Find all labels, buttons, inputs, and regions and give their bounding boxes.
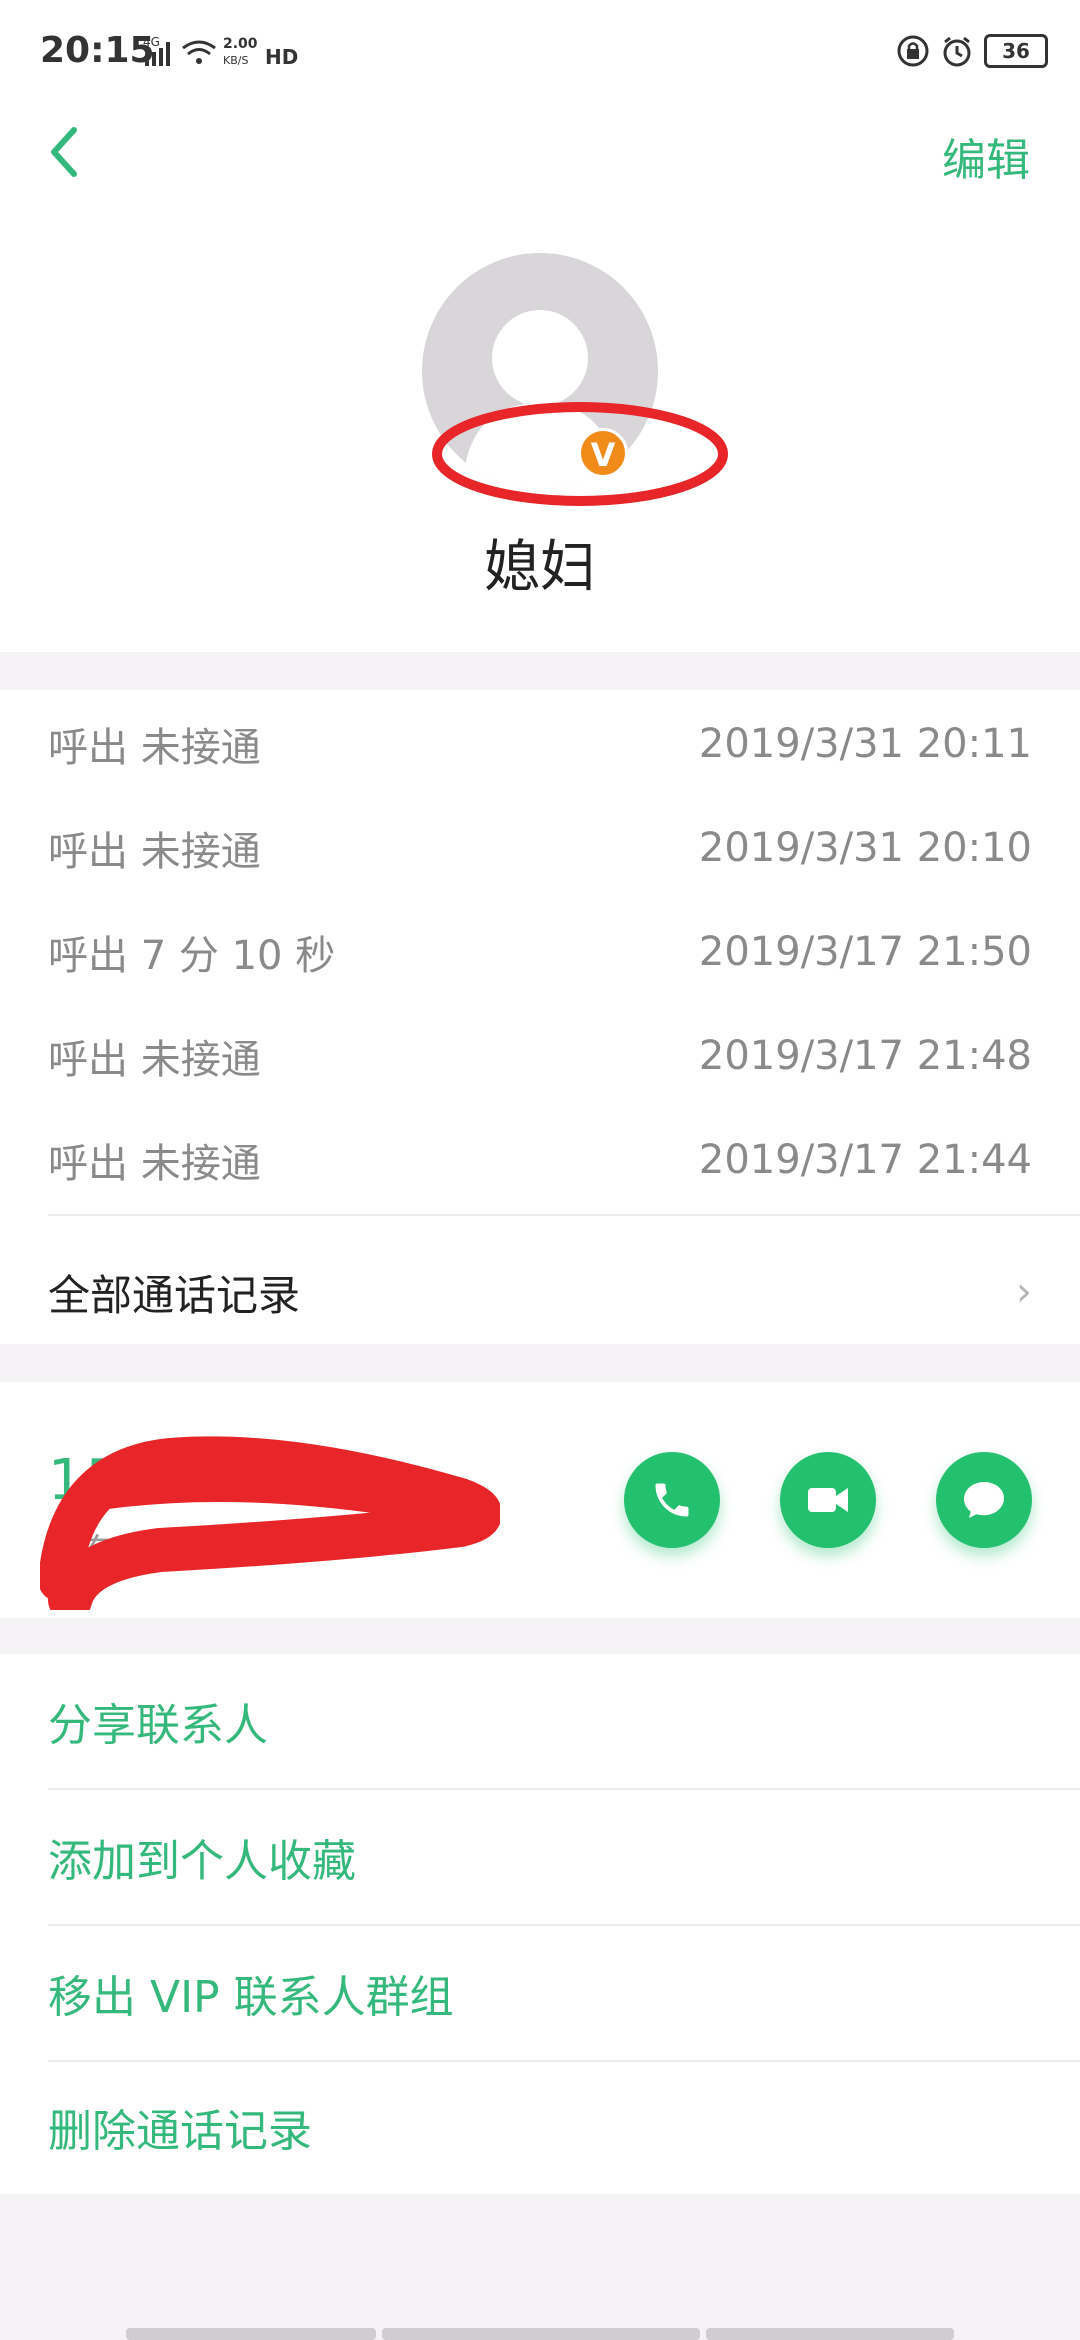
call-type: 呼出 未接通 xyxy=(48,725,261,771)
chevron-right-icon: › xyxy=(1016,1269,1032,1315)
svg-text:KB/S: KB/S xyxy=(223,54,248,67)
message-button[interactable] xyxy=(936,1452,1032,1548)
all-calls-label: 全部通话记录 xyxy=(48,1270,301,1320)
remove-from-vip-item[interactable]: 移出 VIP 联系人群组 xyxy=(48,1926,1080,2060)
call-button[interactable] xyxy=(624,1452,720,1548)
call-time: 2019/3/31 20:10 xyxy=(698,825,1032,871)
call-type: 呼出 7 分 10 秒 xyxy=(48,933,336,979)
lock-rotation-icon xyxy=(897,35,929,67)
red-annotation-circle xyxy=(432,402,728,506)
call-time: 2019/3/17 21:50 xyxy=(698,929,1032,975)
nav-hint-bar[interactable] xyxy=(382,2328,700,2340)
contact-name: 媳妇 xyxy=(484,535,596,600)
red-redaction-scribble xyxy=(40,1436,500,1610)
svg-text:HD: HD xyxy=(265,45,298,69)
delete-call-log-item[interactable]: 删除通话记录 xyxy=(48,2060,1080,2194)
call-type: 呼出 未接通 xyxy=(48,1141,261,1187)
back-button[interactable] xyxy=(44,122,84,182)
status-signal-icons: 4G 2.00 KB/S HD xyxy=(143,34,323,74)
all-calls-row[interactable]: 全部通话记录 › xyxy=(48,1240,1032,1344)
nav-hint-bar[interactable] xyxy=(706,2328,954,2340)
chevron-left-icon xyxy=(51,127,77,177)
add-to-favorites-item[interactable]: 添加到个人收藏 xyxy=(48,1790,1080,1924)
phone-icon xyxy=(655,1483,689,1517)
alarm-icon xyxy=(943,36,971,67)
message-icon xyxy=(964,1482,1004,1518)
share-contact-item[interactable]: 分享联系人 xyxy=(48,1654,1080,1788)
call-type: 呼出 未接通 xyxy=(48,829,261,875)
call-type: 呼出 未接通 xyxy=(48,1037,261,1083)
video-icon xyxy=(808,1488,848,1512)
call-log-row[interactable]: 呼出 未接通 2019/3/31 20:11 xyxy=(48,692,1032,796)
nav-hint-bar[interactable] xyxy=(126,2328,376,2340)
call-log-row[interactable]: 呼出 未接通 2019/3/31 20:10 xyxy=(48,796,1032,900)
call-log-row[interactable]: 呼出 7 分 10 秒 2019/3/17 21:50 xyxy=(48,900,1032,1004)
divider xyxy=(48,1214,1080,1216)
call-time: 2019/3/17 21:48 xyxy=(698,1033,1032,1079)
call-time: 2019/3/31 20:11 xyxy=(698,721,1032,767)
call-time: 2019/3/17 21:44 xyxy=(698,1137,1032,1183)
edit-button[interactable]: 编辑 xyxy=(942,124,1030,188)
call-log-row[interactable]: 呼出 未接通 2019/3/17 21:44 xyxy=(48,1108,1032,1212)
status-time: 20:15 xyxy=(40,30,155,71)
video-call-button[interactable] xyxy=(780,1452,876,1548)
battery-indicator: 36 xyxy=(984,34,1048,68)
call-log-row[interactable]: 呼出 未接通 2019/3/17 21:48 xyxy=(48,1004,1032,1108)
status-right-icons: 36 xyxy=(896,34,1048,68)
svg-text:2.00: 2.00 xyxy=(223,36,258,52)
svg-text:4G: 4G xyxy=(143,35,160,49)
